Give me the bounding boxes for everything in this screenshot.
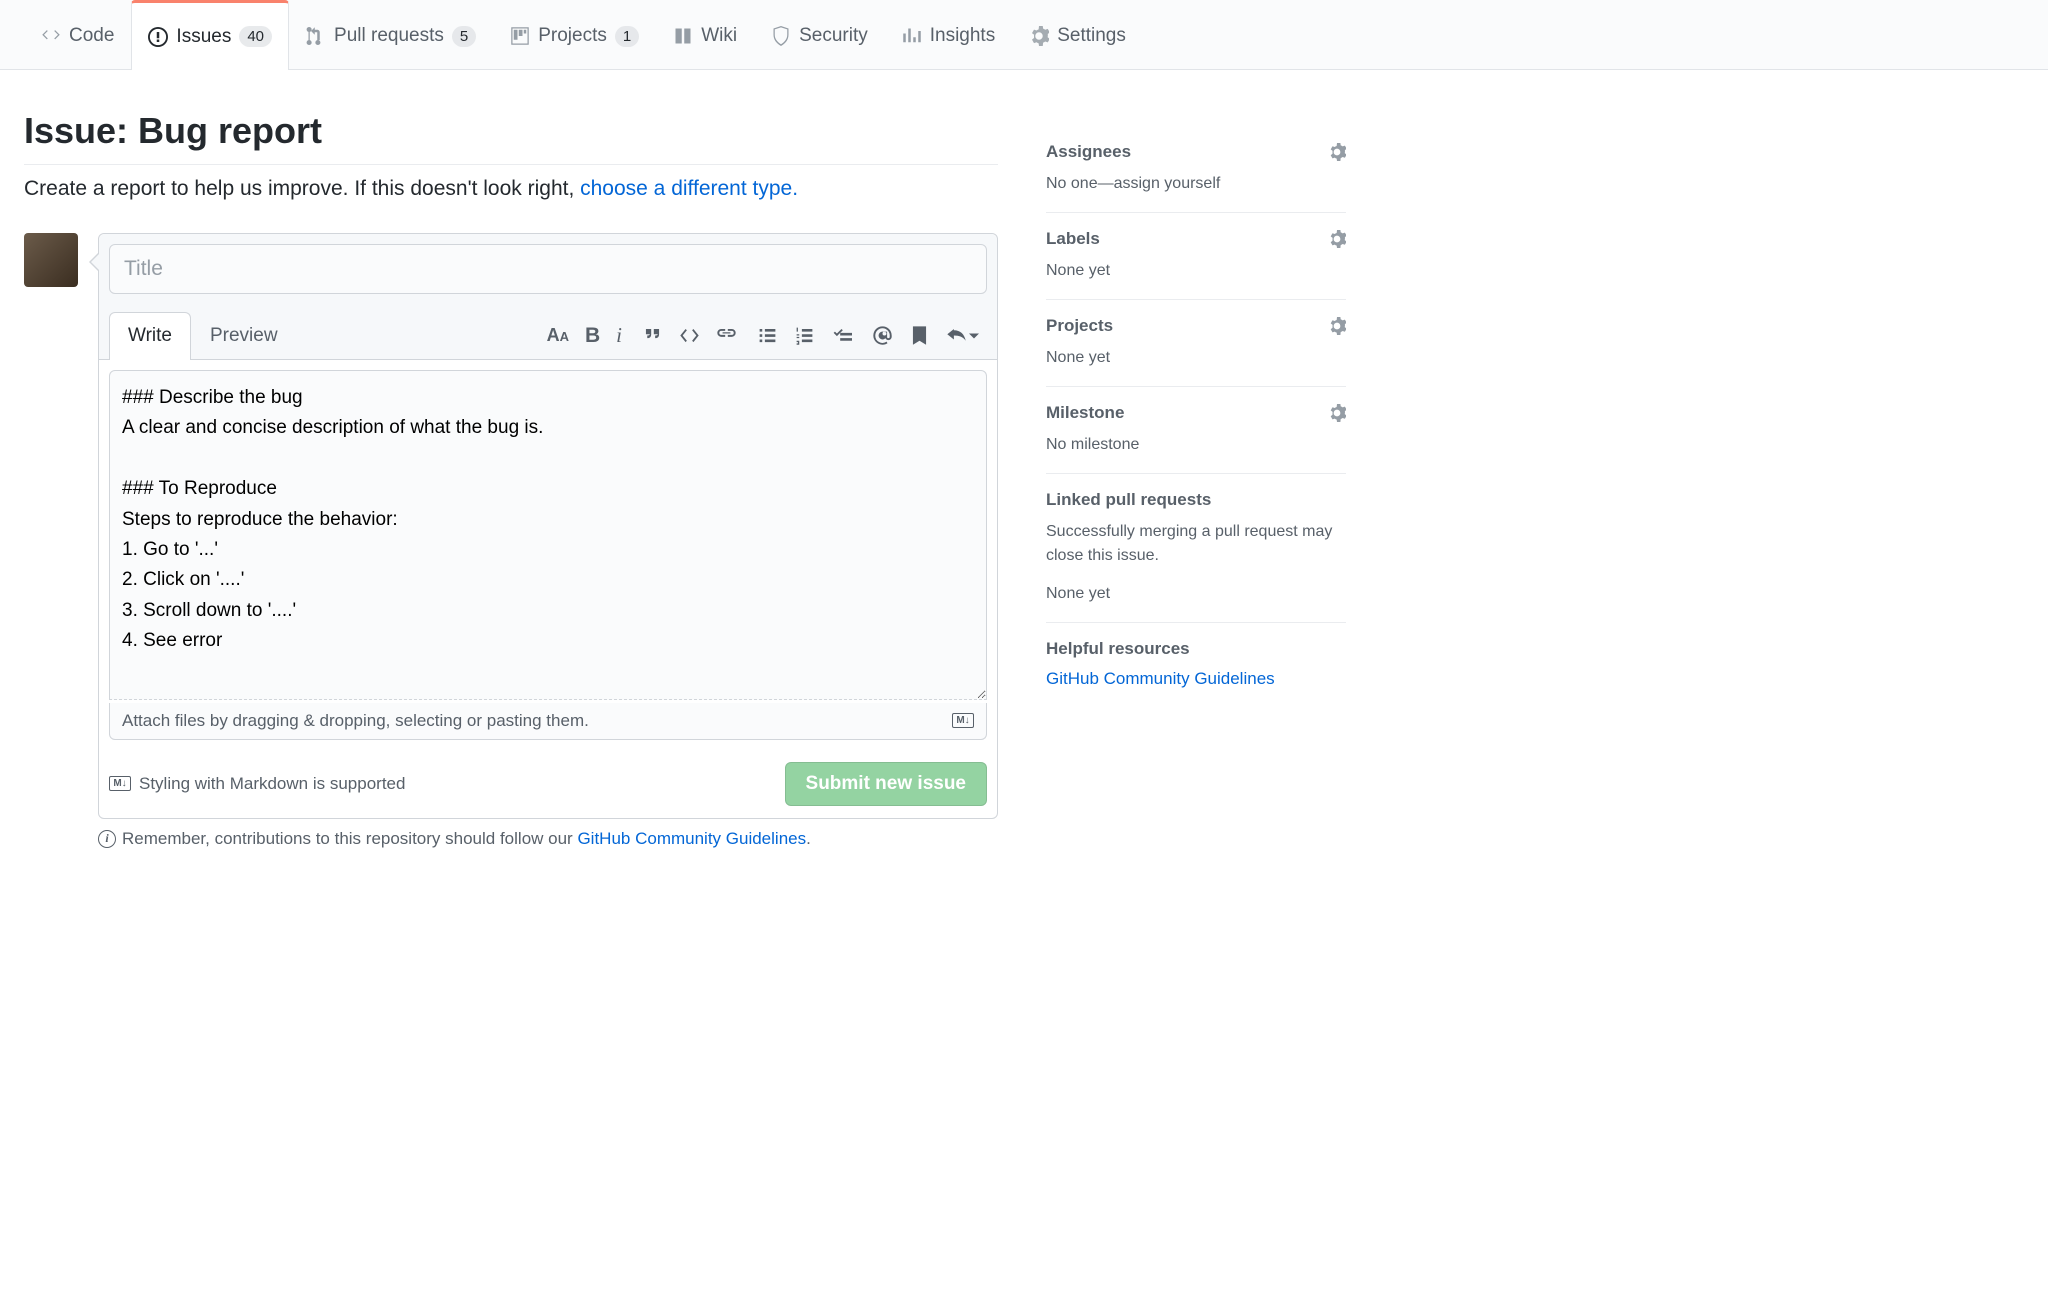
issue-title-input[interactable] (109, 244, 987, 294)
unordered-list-button[interactable] (757, 323, 778, 348)
attach-files-bar[interactable]: Attach files by dragging & dropping, sel… (109, 703, 987, 740)
community-guidelines-link[interactable]: GitHub Community Guidelines (577, 829, 806, 848)
projects-title: Projects (1046, 316, 1113, 336)
gear-icon[interactable] (1328, 317, 1346, 335)
tab-label: Security (799, 25, 868, 47)
milestone-body: No milestone (1046, 433, 1346, 457)
link-button[interactable] (716, 323, 737, 348)
issue-sidebar: Assignees No one—assign yourself Labels … (1046, 110, 1346, 849)
reply-icon (946, 325, 967, 346)
code-icon (679, 325, 700, 346)
milestone-title: Milestone (1046, 403, 1124, 423)
link-icon (716, 325, 737, 346)
gear-icon (1029, 26, 1049, 46)
assignees-title: Assignees (1046, 142, 1131, 162)
tasklist-icon (831, 325, 852, 346)
page-subtitle: Create a report to help us improve. If t… (24, 177, 998, 201)
markdown-toolbar: AA B i (547, 323, 987, 348)
resources-title: Helpful resources (1046, 639, 1190, 659)
preview-tab[interactable]: Preview (191, 312, 297, 359)
quote-icon (642, 325, 663, 346)
tab-label: Issues (176, 26, 231, 48)
tab-label: Settings (1057, 25, 1126, 47)
pr-count: 5 (452, 26, 476, 47)
info-icon: i (98, 830, 116, 848)
page-title: Issue: Bug report (24, 110, 998, 165)
tab-projects[interactable]: Projects 1 (493, 0, 656, 69)
projects-icon (510, 26, 530, 46)
heading-button[interactable]: AA (547, 323, 569, 348)
projects-count: 1 (615, 26, 639, 47)
gear-icon[interactable] (1328, 143, 1346, 161)
bold-button[interactable]: B (585, 323, 600, 348)
ol-icon (794, 325, 815, 346)
code-button[interactable] (679, 323, 700, 348)
markdown-icon: M↓ (109, 776, 131, 791)
bookmark-icon (909, 325, 930, 346)
issues-count: 40 (239, 26, 272, 47)
repo-nav: Code Issues 40 Pull requests 5 Projects … (0, 0, 2048, 70)
pull-request-icon (306, 26, 326, 46)
tab-label: Wiki (701, 25, 737, 47)
linked-pr-body: None yet (1046, 582, 1346, 606)
quote-button[interactable] (642, 323, 663, 348)
issue-composer: Write Preview AA B i (98, 233, 998, 819)
gear-icon[interactable] (1328, 230, 1346, 248)
contribution-note: i Remember, contributions to this reposi… (98, 829, 998, 849)
task-list-button[interactable] (831, 323, 852, 348)
ordered-list-button[interactable] (794, 323, 815, 348)
heading-aa-icon: AA (547, 325, 569, 346)
tab-label: Projects (538, 25, 607, 47)
reply-button[interactable] (946, 323, 979, 348)
projects-body: None yet (1046, 346, 1346, 370)
saved-reply-button[interactable] (909, 323, 930, 348)
tab-settings[interactable]: Settings (1012, 0, 1143, 69)
avatar[interactable] (24, 233, 78, 287)
issue-icon (148, 27, 168, 47)
labels-title: Labels (1046, 229, 1100, 249)
issue-body-textarea[interactable] (109, 370, 987, 700)
community-guidelines-link[interactable]: GitHub Community Guidelines (1046, 669, 1275, 688)
choose-different-type-link[interactable]: choose a different type. (580, 177, 798, 200)
tab-security[interactable]: Security (754, 0, 885, 69)
write-tab[interactable]: Write (109, 312, 191, 360)
italic-icon: i (616, 323, 622, 348)
graph-icon (902, 26, 922, 46)
tab-pull-requests[interactable]: Pull requests 5 (289, 0, 493, 69)
ul-icon (757, 325, 778, 346)
tab-label: Pull requests (334, 25, 444, 47)
tab-code[interactable]: Code (24, 0, 131, 69)
linked-pr-desc: Successfully merging a pull request may … (1046, 520, 1346, 568)
wiki-icon (673, 26, 693, 46)
tab-label: Insights (930, 25, 995, 47)
labels-body: None yet (1046, 259, 1346, 283)
code-icon (41, 26, 61, 46)
shield-icon (771, 26, 791, 46)
markdown-hint[interactable]: M↓ Styling with Markdown is supported (109, 774, 405, 794)
linked-pr-title: Linked pull requests (1046, 490, 1211, 510)
assignees-body[interactable]: No one—assign yourself (1046, 172, 1346, 196)
chevron-down-icon (969, 331, 979, 341)
tab-wiki[interactable]: Wiki (656, 0, 754, 69)
italic-button[interactable]: i (616, 323, 622, 348)
at-icon (872, 325, 893, 346)
bold-icon: B (585, 324, 600, 348)
markdown-icon: M↓ (952, 713, 974, 728)
submit-issue-button[interactable]: Submit new issue (785, 762, 987, 806)
tab-label: Code (69, 25, 114, 47)
gear-icon[interactable] (1328, 404, 1346, 422)
mention-button[interactable] (872, 323, 893, 348)
tab-issues[interactable]: Issues 40 (131, 0, 289, 70)
tab-insights[interactable]: Insights (885, 0, 1012, 69)
